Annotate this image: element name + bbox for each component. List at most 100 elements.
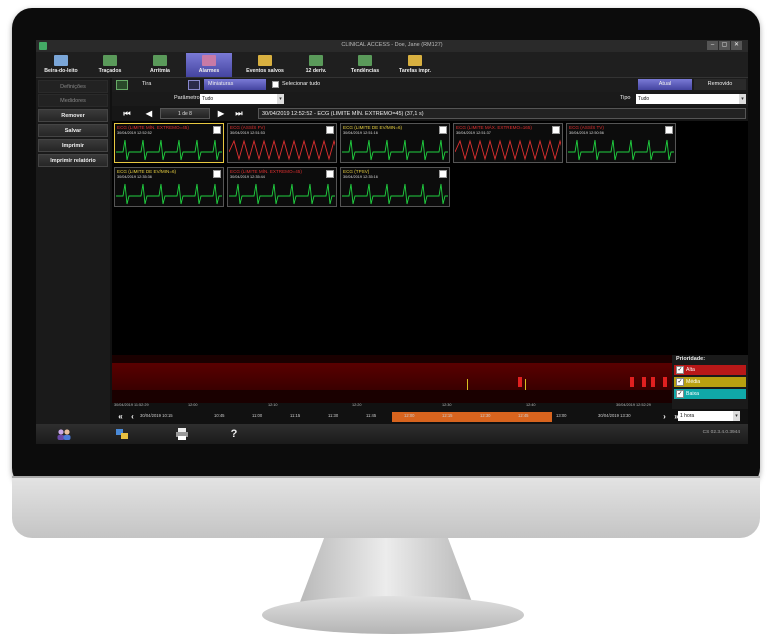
scale-tick-label: 12:00 <box>404 413 415 418</box>
checkbox-checked-icon: ✓ <box>676 378 684 386</box>
type-label: Tipo <box>620 95 631 101</box>
current-tab[interactable]: Atual <box>638 79 692 90</box>
alarm-thumbnail[interactable]: ECG (ASSÍS FV) 30/04/2019 12:51:53 <box>227 123 337 163</box>
print-button[interactable]: Imprimir <box>38 139 108 152</box>
alarm-event-marker[interactable] <box>466 379 469 390</box>
thumbnail-checkbox[interactable] <box>439 126 447 134</box>
type-dropdown[interactable]: Tudo ▾ <box>636 94 746 104</box>
ecg-trace <box>116 139 222 161</box>
strip-view-label[interactable]: Tira <box>142 79 151 90</box>
last-page-button[interactable]: ⏭ <box>234 108 244 119</box>
thumbnail-title: ECG (LIMITE MÍN. EXTREMO=45) <box>230 169 302 174</box>
alarm-thumbnail[interactable]: ECG (LIMITE MÍN. EXTREMO=45) 30/04/2019 1… <box>227 167 337 207</box>
sidebar-item-medidores[interactable]: Medidores <box>38 94 108 107</box>
scale-tick-label: 12:45 <box>518 413 529 418</box>
checkbox-checked-icon: ✓ <box>676 366 684 374</box>
alarm-event-marker[interactable] <box>642 377 647 387</box>
ecg-trace <box>455 139 561 161</box>
alarm-event-marker[interactable] <box>524 379 527 390</box>
thumbnail-checkbox[interactable] <box>665 126 673 134</box>
toolbar-item-label: Tendências <box>350 68 380 74</box>
monitor-setup-icon <box>116 429 128 439</box>
printer-button[interactable] <box>160 426 204 442</box>
scale-tick-label: 11:45 <box>366 413 377 418</box>
forward-button[interactable]: › <box>660 411 669 422</box>
priority-low-label: Baixa <box>686 391 699 397</box>
alarm-thumbnail[interactable]: ECG (LIMITE MÍN. EXTREMO=45) 30/04/2019 1… <box>114 123 224 163</box>
next-page-button[interactable]: ▶ <box>216 108 226 119</box>
scale-tick-label: 12:30 <box>480 413 491 418</box>
toolbar-item-5[interactable]: 12 deriv. <box>296 53 336 77</box>
thumbnail-view-icon[interactable] <box>188 80 200 90</box>
sidebar-item-definicoes[interactable]: Definições <box>38 80 108 93</box>
fast-back-button[interactable]: « <box>116 411 125 422</box>
monitor-base <box>262 596 524 634</box>
thumbnail-checkbox[interactable] <box>439 170 447 178</box>
help-button[interactable]: ? <box>212 426 256 442</box>
version-label: CS 02.3.4.0.3944 <box>702 430 740 435</box>
print-report-button[interactable]: Imprimir relatório <box>38 154 108 167</box>
alarm-event-marker[interactable] <box>651 377 656 387</box>
priority-high-toggle[interactable]: ✓ Alta <box>674 365 746 375</box>
toolbar-item-label: Beira-do-leito <box>44 68 78 74</box>
thumbnail-grid: ECG (LIMITE MÍN. EXTREMO=45) 30/04/2019 1… <box>112 121 748 355</box>
event-summary: 30/04/2019 12:52:52 - ECG (LIMITE MÍN. E… <box>258 108 746 119</box>
save-button[interactable]: Salvar <box>38 124 108 137</box>
thumbnail-checkbox[interactable] <box>213 126 221 134</box>
scale-tick-label: 12:15 <box>442 413 453 418</box>
time-range-value: 1 hora <box>680 413 695 419</box>
back-button[interactable]: ‹ <box>128 411 137 422</box>
ecg-waveform <box>229 183 335 205</box>
time-range-dropdown[interactable]: 1 hora ▾ <box>678 411 740 421</box>
chevron-down-icon: ▾ <box>739 94 746 104</box>
first-page-button[interactable]: ⏮ <box>122 108 132 119</box>
select-all-checkbox[interactable] <box>272 81 279 88</box>
thumbnail-checkbox[interactable] <box>213 170 221 178</box>
thumbnail-checkbox[interactable] <box>326 126 334 134</box>
alarm-event-marker[interactable] <box>662 377 667 387</box>
maximize-button[interactable]: ▢ <box>719 41 730 50</box>
removed-tab[interactable]: Removido <box>694 79 746 90</box>
close-button[interactable]: ✕ <box>731 41 742 50</box>
thumbnail-title: ECG (LIMITE MÁX. EXTREMO=165) <box>456 125 532 130</box>
monitor-stand <box>300 538 472 602</box>
alarm-thumbnail[interactable]: ECG (ASSÍS TV) 30/04/2019 12:50:56 <box>566 123 676 163</box>
minimize-button[interactable]: – <box>707 41 718 50</box>
alarm-thumbnail[interactable]: ECG (TPSV) 30/04/2019 12:35:16 <box>340 167 450 207</box>
app-screen: CLINICAL ACCESS - Doe, Jane (RM127) – ▢ … <box>36 40 748 444</box>
thumbnail-date: 30/04/2019 12:51:53 <box>230 131 265 135</box>
toolbar-item-1[interactable]: Traçados <box>88 53 132 77</box>
monitor-chin <box>12 476 760 538</box>
previous-page-button[interactable]: ◀ <box>144 108 154 119</box>
parameter-dropdown[interactable]: Tudo ▾ <box>200 94 284 104</box>
thumbnail-date: 30/04/2019 12:35:36 <box>117 175 152 179</box>
priority-medium-toggle[interactable]: ✓ Média <box>674 377 746 387</box>
timeline-top-label: 12:10 <box>268 403 278 407</box>
toolbar-item-3[interactable]: Alarmes <box>186 53 232 77</box>
remove-button[interactable]: Remover <box>38 109 108 122</box>
priority-low-toggle[interactable]: ✓ Baixa <box>674 389 746 399</box>
strip-view-icon[interactable] <box>116 80 128 90</box>
thumbnail-checkbox[interactable] <box>326 170 334 178</box>
window-title: CLINICAL ACCESS - Doe, Jane (RM127) <box>341 42 443 48</box>
alarm-event-marker[interactable] <box>518 377 522 387</box>
toolbar-item-2[interactable]: Arritmia <box>138 53 182 77</box>
thumbnail-date: 30/04/2019 12:52:52 <box>117 131 152 135</box>
toolbar-item-0[interactable]: Beira-do-leito <box>38 53 84 77</box>
users-button[interactable] <box>42 426 86 442</box>
toolbar-item-4[interactable]: Eventos salvos <box>238 53 292 77</box>
thumbnail-view-tab[interactable]: Miniaturas <box>204 79 266 90</box>
monitor-setup-button[interactable] <box>100 426 144 442</box>
thumbnail-date: 30/04/2019 12:51:37 <box>456 131 491 135</box>
alarm-timeline[interactable] <box>112 355 672 403</box>
print-tasks-icon <box>408 55 422 66</box>
toolbar-item-6[interactable]: Tendências <box>342 53 388 77</box>
toolbar-item-7[interactable]: Tarefas impr. <box>390 53 440 77</box>
alarm-thumbnail[interactable]: ECG (LIMITE DE EV/MIN=6) 30/04/2019 12:51… <box>340 123 450 163</box>
scale-end-label: 30/04/2019 13:30 <box>598 413 631 418</box>
alarm-event-marker[interactable] <box>630 377 634 387</box>
alarm-thumbnail[interactable]: ECG (LIMITE DE EV/MIN=6) 30/04/2019 12:35… <box>114 167 224 207</box>
thumbnail-checkbox[interactable] <box>552 126 560 134</box>
sidebar: Definições Medidores Remover Salvar Impr… <box>36 78 110 424</box>
alarm-thumbnail[interactable]: ECG (LIMITE MÁX. EXTREMO=165) 30/04/2019 … <box>453 123 563 163</box>
